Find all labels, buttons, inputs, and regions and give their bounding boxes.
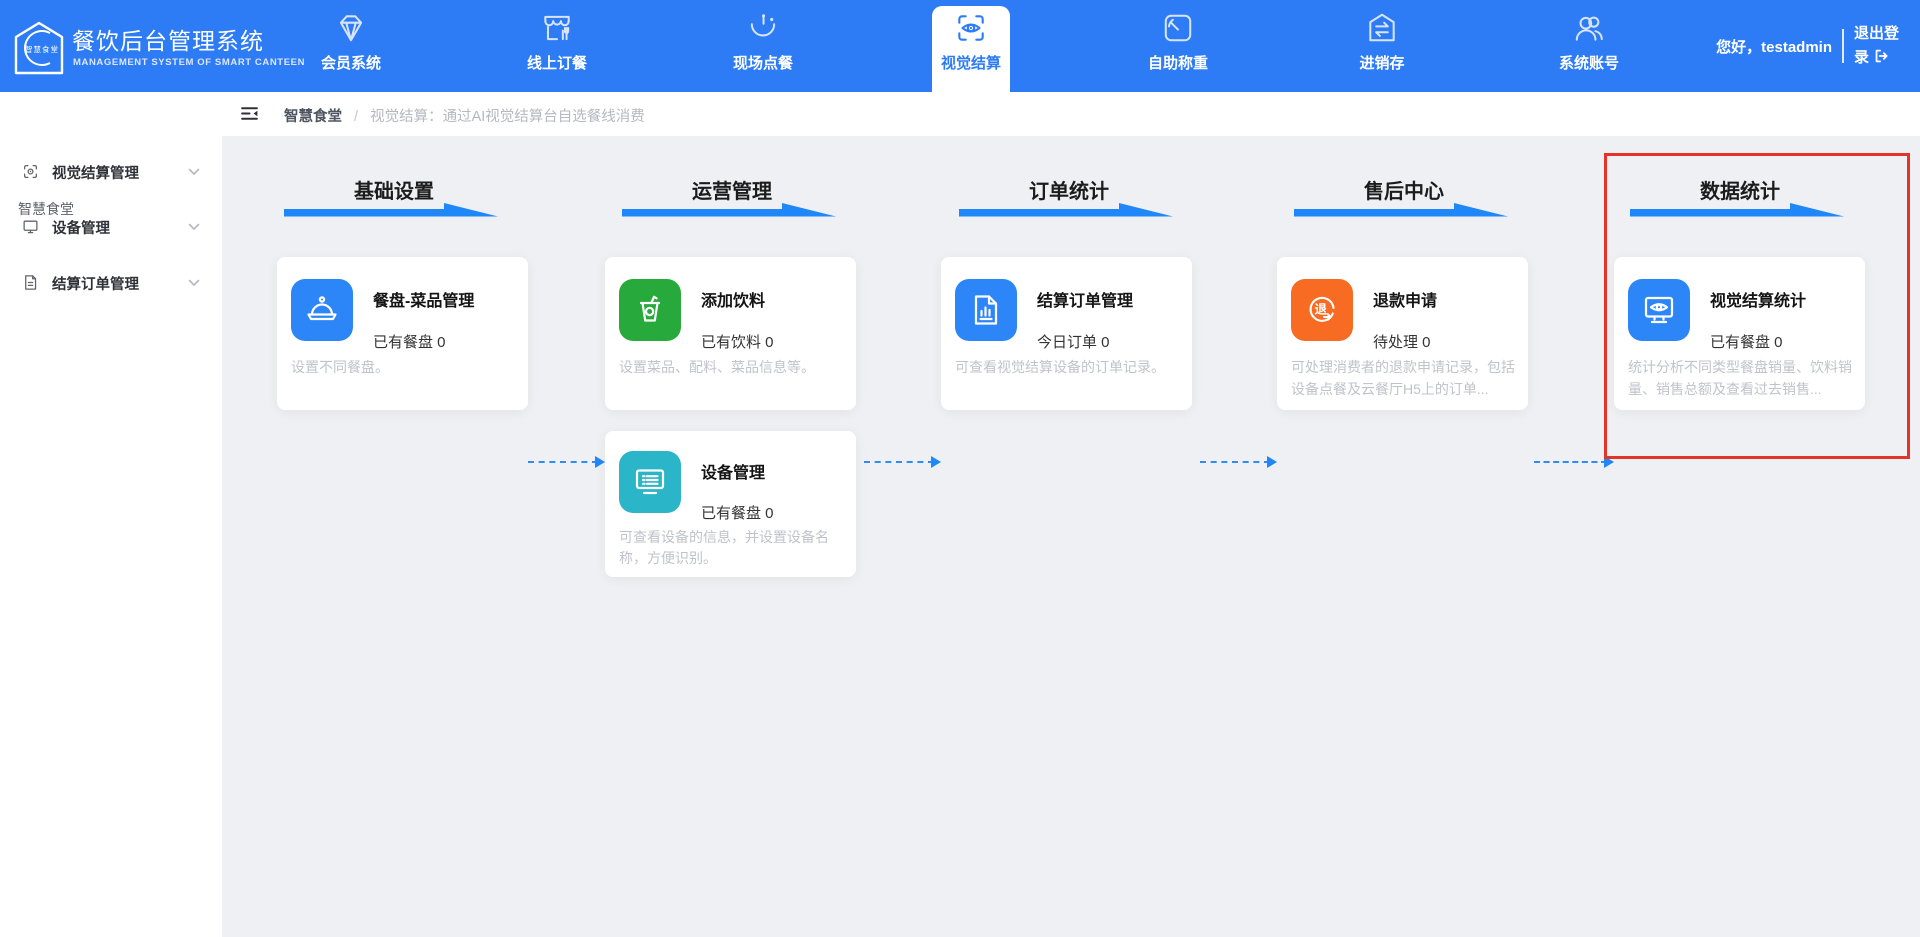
report-icon (955, 279, 1017, 341)
menu-fold-icon[interactable] (240, 104, 259, 123)
eye-scan-icon (22, 163, 39, 180)
nav-item-onsite-order[interactable]: 现场点餐 (703, 0, 823, 92)
app-title: 餐饮后台管理系统 (72, 22, 264, 56)
card-title: 设备管理 (701, 459, 765, 483)
cloche-icon (291, 279, 353, 341)
nav-label: 会员系统 (291, 52, 411, 73)
card-title: 退款申请 (1373, 287, 1437, 311)
chevron-down-icon (188, 279, 200, 287)
sidebar-item-label: 设备管理 (52, 217, 110, 238)
nav-label: 自助称重 (1118, 52, 1238, 73)
column-arrow (959, 202, 1179, 220)
card-count: 已有餐盘 0 (701, 502, 774, 523)
device-list-icon (619, 451, 681, 513)
refund-icon: 退 (1291, 279, 1353, 341)
nav-item-self-weighing[interactable]: 自助称重 (1118, 0, 1238, 92)
gem-icon (334, 11, 368, 45)
highlight-annotation-box (1604, 153, 1910, 459)
card-count: 今日订单 0 (1037, 331, 1110, 352)
divider (1842, 29, 1844, 63)
flow-connector-arrow (1534, 456, 1614, 469)
brand-logo-icon: 智慧食堂 (12, 20, 66, 76)
app-root: 智慧食堂 餐饮后台管理系统 MANAGEMENT SYSTEM OF SMART… (0, 0, 1920, 937)
flow-connector-arrow (528, 456, 605, 469)
breadcrumb: 智慧食堂 / 视觉结算：通过AI视觉结算台自选餐线消费 (284, 105, 645, 126)
user-area: 您好，testadmin 退出登录 (1716, 0, 1908, 92)
flow-card-settlement-orders[interactable]: 结算订单管理 今日订单 0 可查看视觉结算设备的订单记录。 (941, 257, 1192, 410)
sidebar-item-settlement-order-mgmt[interactable]: 结算订单管理 (0, 263, 222, 303)
card-desc: 设置菜品、配料、菜品信息等。 (619, 356, 844, 378)
account-icon (1572, 11, 1606, 45)
dine-in-icon (746, 11, 780, 45)
logo-text: 智慧食堂 (25, 44, 59, 55)
app-subtitle: MANAGEMENT SYSTEM OF SMART CANTEEN (73, 57, 305, 68)
sidebar-item-label: 视觉结算管理 (52, 162, 139, 183)
nav-item-system-account[interactable]: 系统账号 (1529, 0, 1649, 92)
flow-card-device-mgmt[interactable]: 设备管理 已有餐盘 0 可查看设备的信息，并设置设备名称，方便识别。 (605, 431, 856, 577)
nav-label: 线上订餐 (497, 52, 617, 73)
nav-item-visual-checkout[interactable]: 视觉结算 (911, 0, 1031, 92)
sidebar-item-visual-checkout-mgmt[interactable]: 视觉结算管理 (0, 152, 222, 192)
storefront-icon (540, 11, 574, 45)
eye-scan-icon (954, 11, 988, 45)
nav-label: 视觉结算 (911, 52, 1031, 73)
nav-label: 现场点餐 (703, 52, 823, 73)
flow-connector-arrow (864, 456, 941, 469)
breadcrumb-separator: / (354, 109, 358, 125)
column-arrow (284, 202, 504, 220)
card-desc: 设置不同餐盘。 (291, 356, 516, 378)
flow-card-refund-request[interactable]: 退 退款申请 待处理 0 可处理消费者的退款申请记录，包括设备点餐及云餐厅H5上… (1277, 257, 1528, 410)
drink-icon (619, 279, 681, 341)
breadcrumb-current: 视觉结算：通过AI视觉结算台自选餐线消费 (370, 109, 645, 125)
column-title: 订单统计 (959, 175, 1179, 204)
nav-item-online-order[interactable]: 线上订餐 (497, 0, 617, 92)
chevron-down-icon (188, 223, 200, 231)
card-count: 已有饮料 0 (701, 331, 774, 352)
card-title: 结算订单管理 (1037, 287, 1133, 311)
nav-item-membership[interactable]: 会员系统 (291, 0, 411, 92)
column-title: 运营管理 (622, 175, 842, 204)
logout-button[interactable]: 退出登录 (1854, 22, 1908, 70)
top-header: 智慧食堂 餐饮后台管理系统 MANAGEMENT SYSTEM OF SMART… (0, 0, 1920, 92)
main-content: 基础设置 运营管理 订单统计 售后中心 数据统计 餐盘-菜品管理 已有餐盘 0 … (222, 136, 1920, 937)
scale-icon (1161, 11, 1195, 45)
column-arrow (1294, 202, 1514, 220)
user-greeting: 您好，testadmin (1716, 36, 1832, 57)
nav-item-inventory[interactable]: 进销存 (1322, 0, 1442, 92)
logout-icon (1873, 48, 1889, 64)
card-desc: 可查看视觉结算设备的订单记录。 (955, 356, 1180, 378)
breadcrumb-bar: 智慧食堂 / 视觉结算：通过AI视觉结算台自选餐线消费 (222, 92, 1920, 136)
sidebar-item-label: 结算订单管理 (52, 273, 139, 294)
flow-connector-arrow (1200, 456, 1277, 469)
nav-label: 进销存 (1322, 52, 1442, 73)
card-desc: 可查看设备的信息，并设置设备名称，方便识别。 (619, 527, 844, 569)
column-arrow (622, 202, 842, 220)
breadcrumb-root[interactable]: 智慧食堂 (284, 109, 342, 125)
chevron-down-icon (188, 168, 200, 176)
nav-label: 系统账号 (1529, 52, 1649, 73)
document-icon (22, 274, 39, 291)
card-title: 餐盘-菜品管理 (373, 287, 474, 311)
sidebar: 智慧食堂 视觉结算管理 设备管理 (0, 92, 222, 937)
column-title: 基础设置 (284, 175, 504, 204)
card-title: 添加饮料 (701, 287, 765, 311)
svg-text:退: 退 (1315, 303, 1328, 317)
sidebar-item-device-mgmt[interactable]: 设备管理 (0, 207, 222, 247)
card-desc: 可处理消费者的退款申请记录，包括设备点餐及云餐厅H5上的订单... (1291, 356, 1516, 400)
card-count: 待处理 0 (1373, 331, 1431, 352)
column-title: 售后中心 (1294, 175, 1514, 204)
card-count: 已有餐盘 0 (373, 331, 446, 352)
warehouse-icon (1365, 11, 1399, 45)
monitor-icon (22, 218, 39, 235)
flow-card-add-drink[interactable]: 添加饮料 已有饮料 0 设置菜品、配料、菜品信息等。 (605, 257, 856, 410)
flow-card-plate-dish-mgmt[interactable]: 餐盘-菜品管理 已有餐盘 0 设置不同餐盘。 (277, 257, 528, 410)
